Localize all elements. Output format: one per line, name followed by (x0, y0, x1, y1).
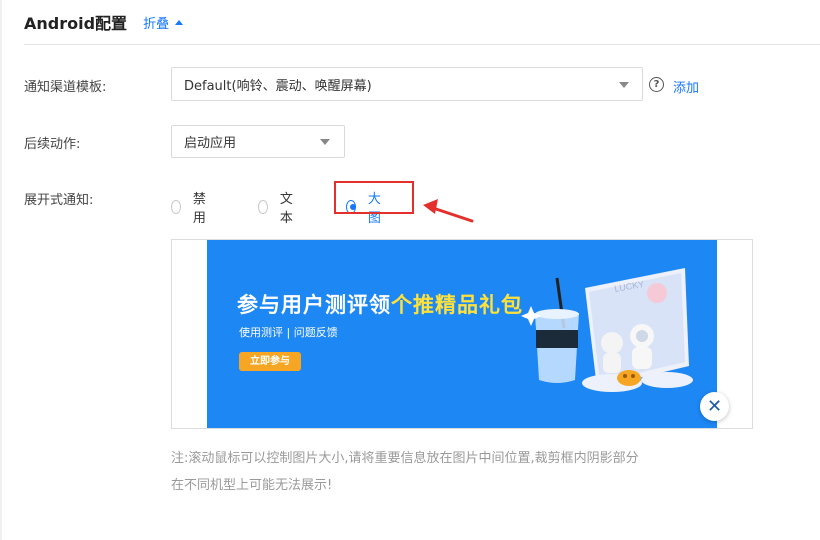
question-circle-icon[interactable]: ? (649, 77, 664, 92)
banner-headline-highlight: 个推精品礼包 (391, 293, 523, 317)
collapse-toggle[interactable]: 折叠 (143, 13, 184, 32)
radio-disabled[interactable]: 禁用 (171, 188, 210, 226)
follow-action-value: 启动应用 (184, 136, 237, 151)
banner-subline: 使用测评 | 问题反馈 (239, 326, 338, 339)
follow-action-select[interactable]: 启动应用 (171, 125, 345, 158)
note-line-1: 注:滚动鼠标可以控制图片大小,请将重要信息放在图片中间位置,裁剪框内阴影部分 (171, 451, 639, 466)
radio-circle (171, 200, 181, 214)
channel-template-label: 通知渠道模板: (24, 80, 107, 95)
section-header: Android配置 折叠 (24, 9, 184, 35)
chevron-down-icon (619, 82, 629, 88)
radio-text[interactable]: 文本 (258, 188, 297, 226)
follow-action-label: 后续动作: (24, 137, 81, 152)
header-divider (24, 44, 820, 45)
left-border (0, 0, 2, 540)
radio-disabled-label: 禁用 (192, 192, 206, 226)
banner-image: 参与用户测评领个推精品礼包 使用测评 | 问题反馈 立即参与 LUCKY (207, 240, 717, 428)
channel-template-value: Default(响铃、震动、唤醒屏幕) (184, 78, 372, 94)
radio-circle (258, 200, 268, 214)
expand-notification-label: 展开式通知: (24, 193, 94, 208)
caret-up-icon (175, 19, 184, 25)
collapse-label: 折叠 (143, 16, 170, 32)
channel-template-select[interactable]: Default(响铃、震动、唤醒屏幕) (171, 67, 643, 101)
close-icon[interactable]: ✕ (700, 392, 729, 421)
note-line-2: 在不同机型上可能无法展示! (171, 478, 333, 493)
image-preview-frame[interactable]: 参与用户测评领个推精品礼包 使用测评 | 问题反馈 立即参与 LUCKY (171, 239, 753, 429)
annotation-highlight-box (334, 181, 414, 214)
banner-cta-button: 立即参与 (239, 352, 301, 371)
add-channel-link[interactable]: 添加 (673, 77, 699, 96)
section-title: Android配置 (24, 14, 128, 33)
radio-text-label: 文本 (279, 192, 293, 226)
banner-headline: 参与用户测评领个推精品礼包 (237, 289, 523, 319)
banner-headline-main: 参与用户测评领 (237, 293, 391, 317)
chevron-down-icon (320, 139, 330, 145)
annotation-arrow-icon (423, 199, 474, 223)
gift-illustration: LUCKY (521, 268, 693, 392)
